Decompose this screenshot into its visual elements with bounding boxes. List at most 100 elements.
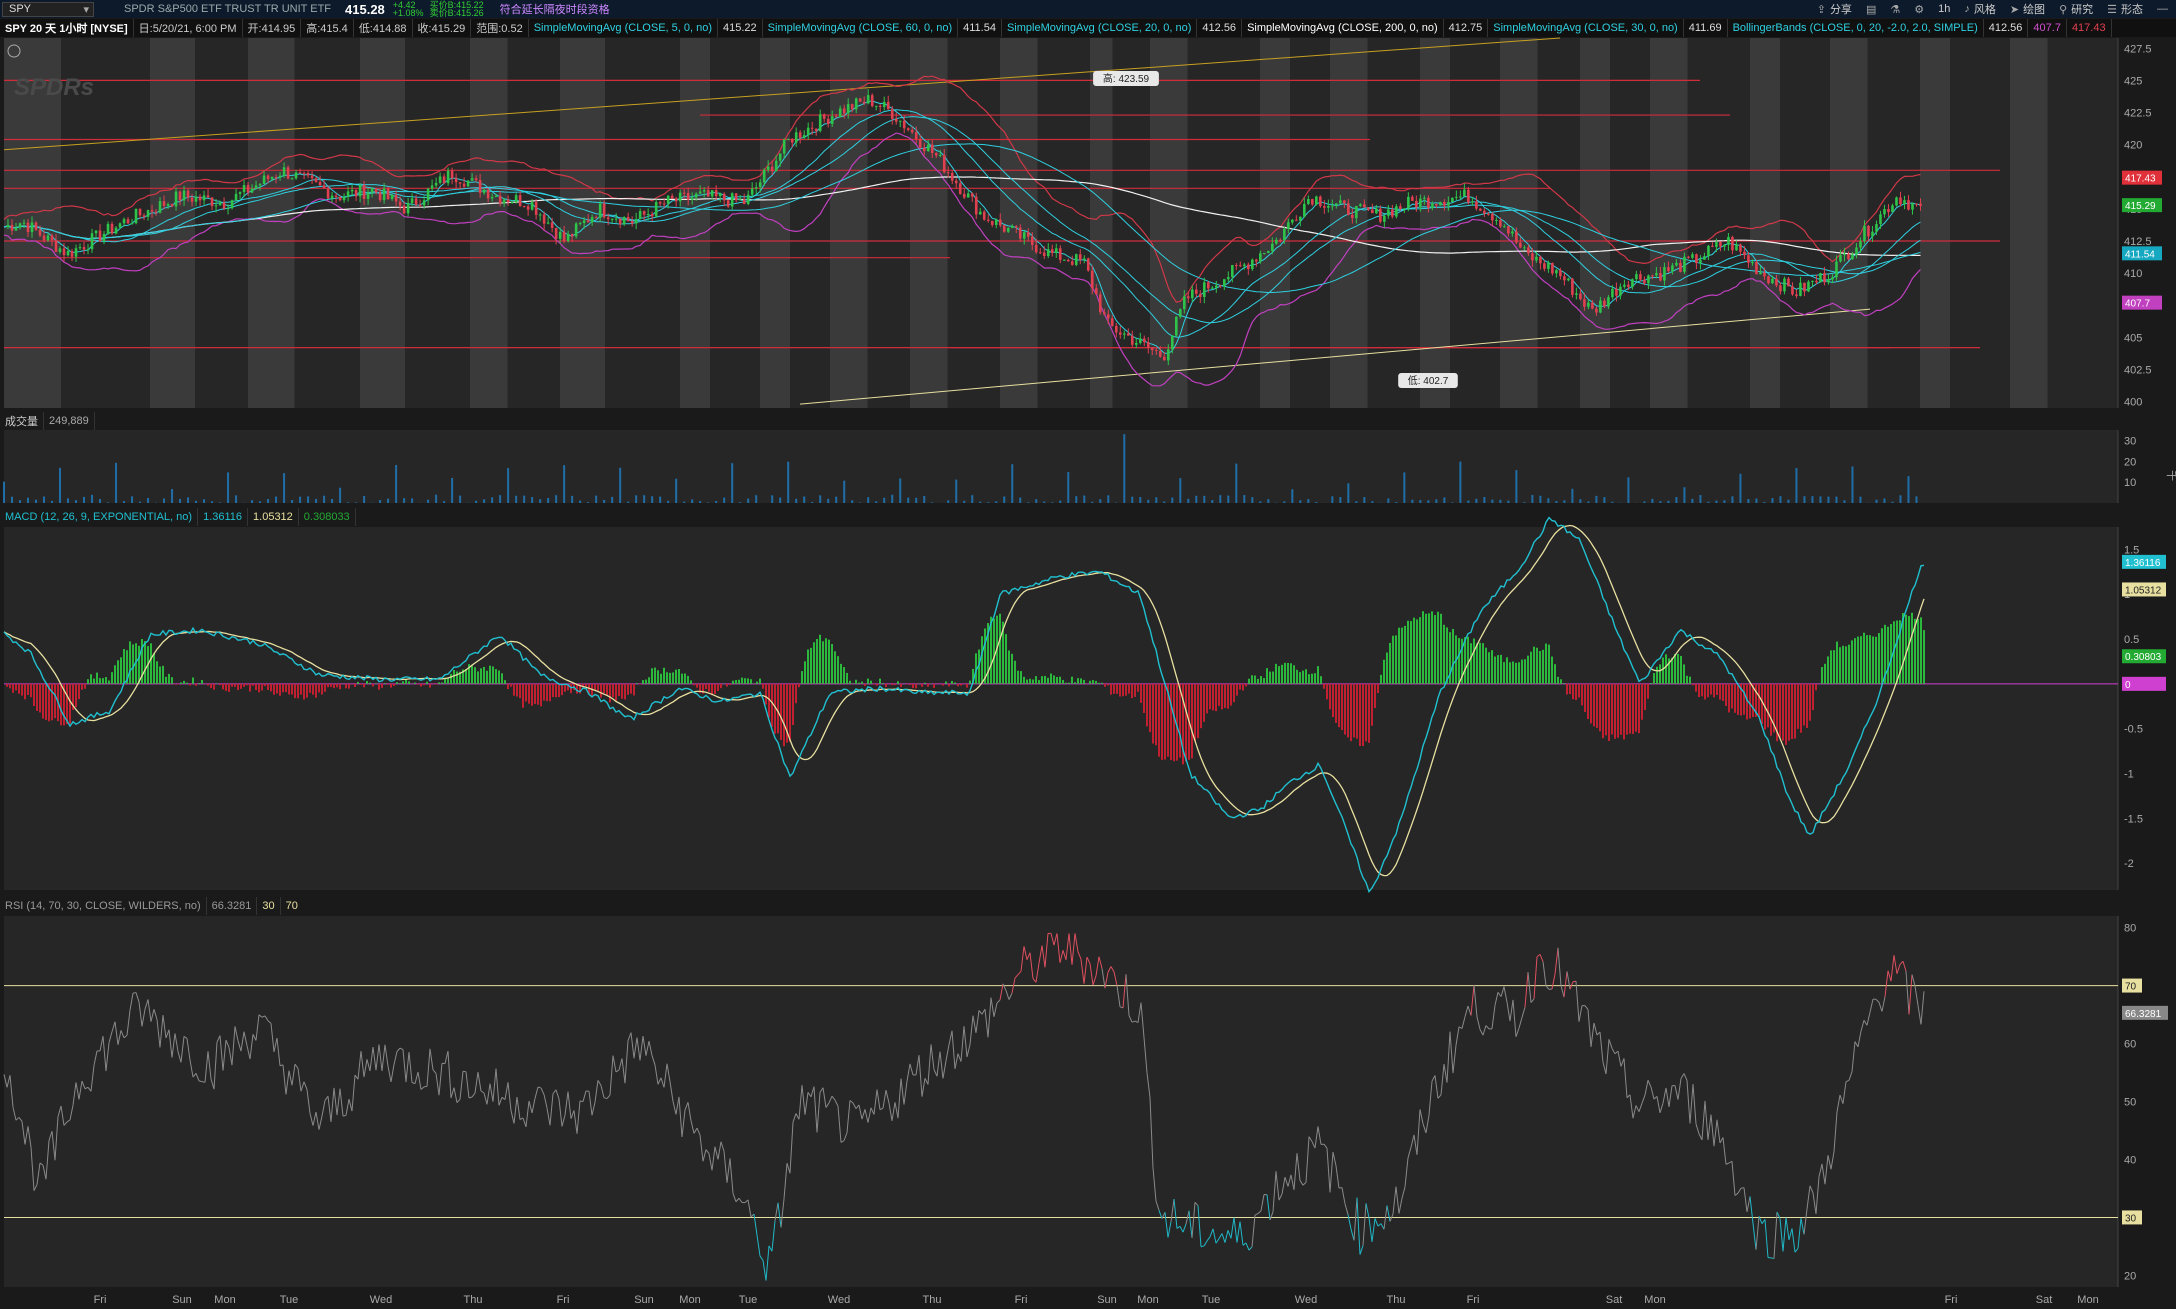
candle-body bbox=[1707, 245, 1710, 257]
candle-body bbox=[254, 185, 258, 189]
candle-body bbox=[974, 196, 978, 215]
candle-body bbox=[1215, 285, 1218, 288]
candle-body bbox=[418, 204, 422, 206]
candle-body bbox=[430, 185, 434, 189]
volume-bar bbox=[235, 495, 238, 503]
volume-bar bbox=[1187, 498, 1190, 503]
candle-body bbox=[1367, 207, 1370, 210]
candle-body bbox=[326, 188, 330, 199]
volume-bar bbox=[1075, 496, 1078, 503]
macd-tick: -1 bbox=[2124, 768, 2134, 780]
candle-body bbox=[1275, 239, 1278, 244]
candle-body bbox=[1066, 259, 1070, 262]
candle-body bbox=[618, 218, 622, 225]
volume-bar bbox=[1139, 496, 1142, 503]
candle-body bbox=[1903, 200, 1906, 205]
volume-bar bbox=[1251, 497, 1254, 503]
volume-bar bbox=[667, 500, 670, 503]
volume-bar bbox=[875, 501, 878, 503]
candle-body bbox=[830, 116, 834, 124]
candle-body bbox=[914, 132, 918, 140]
candle-body bbox=[218, 202, 222, 206]
candle-body bbox=[1819, 273, 1822, 283]
volume-bar bbox=[1771, 498, 1774, 503]
rsi-panel[interactable]: 807060504030207066.328130 bbox=[3, 916, 2168, 1287]
volume-panel[interactable]: 30 20 10 千 bbox=[3, 430, 2176, 503]
chart-canvas[interactable]: 高: 423.59 低: 402.7 SPDRs 427.5 425 422.5 420 41… bbox=[0, 0, 2176, 1309]
candle-body bbox=[318, 181, 322, 186]
candle-body bbox=[978, 211, 982, 215]
time-tick: Fri bbox=[557, 1294, 570, 1306]
candle-body bbox=[14, 227, 18, 231]
volume-bar bbox=[931, 502, 934, 503]
volume-bar bbox=[835, 496, 838, 503]
candle-body bbox=[278, 175, 282, 178]
candle-body bbox=[1114, 325, 1118, 333]
volume-bar bbox=[51, 500, 54, 503]
candle-body bbox=[1054, 248, 1058, 253]
volume-bar bbox=[427, 499, 430, 503]
volume-bar bbox=[1675, 497, 1678, 503]
time-tick: Sun bbox=[1097, 1294, 1117, 1306]
candle-body bbox=[654, 202, 658, 217]
candle-body bbox=[1166, 349, 1170, 361]
volume-bar bbox=[163, 498, 166, 503]
volume-bar bbox=[963, 500, 966, 503]
price-panel[interactable]: 高: 423.59 低: 402.7 SPDRs 427.5 425 422.5 420 41… bbox=[3, 37, 2162, 409]
time-tick: Wed bbox=[370, 1294, 392, 1306]
candle-body bbox=[778, 153, 782, 161]
candle-body bbox=[562, 231, 566, 242]
volume-bar bbox=[563, 465, 566, 503]
candle-body bbox=[598, 203, 602, 218]
candle-body bbox=[1671, 265, 1674, 272]
candle-body bbox=[1211, 287, 1214, 289]
volume-bar bbox=[723, 497, 726, 503]
candle-body bbox=[734, 193, 738, 201]
candle-body bbox=[1551, 262, 1554, 274]
candle-body bbox=[1735, 244, 1738, 251]
volume-bar bbox=[1203, 495, 1206, 503]
time-axis[interactable]: Fri Sun Mon Tue Wed Thu Fri Sun Mon Tue Wed Thu Fri S… bbox=[94, 1294, 2099, 1306]
candle-body bbox=[558, 231, 562, 239]
candle-body bbox=[1639, 274, 1642, 280]
volume-bar bbox=[491, 497, 494, 503]
candle-body bbox=[1623, 284, 1626, 287]
candle-body bbox=[506, 199, 510, 203]
candle-body bbox=[898, 120, 902, 122]
macd-tick: -2 bbox=[2124, 858, 2134, 870]
volume-bar bbox=[1211, 500, 1214, 503]
candle-body bbox=[1839, 255, 1842, 262]
volume-bar bbox=[435, 494, 438, 503]
candle-body bbox=[794, 132, 798, 143]
candle-body bbox=[1643, 279, 1646, 284]
candle-body bbox=[738, 199, 742, 201]
candle-body bbox=[1251, 259, 1254, 270]
candle-body bbox=[1855, 247, 1858, 255]
volume-bar bbox=[1683, 487, 1686, 503]
candle-body bbox=[474, 178, 478, 181]
volume-bar bbox=[1067, 472, 1070, 503]
volume-bar bbox=[387, 498, 390, 503]
candle-body bbox=[494, 195, 498, 197]
candle-body bbox=[230, 200, 234, 209]
candle-body bbox=[954, 180, 958, 184]
volume-bar bbox=[771, 495, 774, 503]
macd-panel[interactable]: 1.510.50-0.5-1-1.5-21.361161.053120.3080… bbox=[3, 516, 2166, 894]
candle-body bbox=[1178, 309, 1182, 317]
volume-bar bbox=[1915, 496, 1918, 503]
candle-body bbox=[1383, 215, 1386, 222]
candle-body bbox=[522, 206, 526, 208]
candle-body bbox=[710, 190, 714, 197]
volume-bar bbox=[1883, 498, 1886, 503]
volume-bar bbox=[675, 478, 678, 503]
candle-body bbox=[766, 166, 770, 170]
volume-bar bbox=[1515, 470, 1518, 503]
candle-body bbox=[1447, 202, 1450, 206]
rsi-tag: 66.3281 bbox=[2125, 1009, 2162, 1020]
candle-body bbox=[1203, 282, 1206, 297]
volume-bar bbox=[379, 499, 382, 503]
volume-bar bbox=[739, 502, 742, 503]
candle-body bbox=[422, 200, 426, 206]
volume-bar bbox=[403, 498, 406, 503]
candle-body bbox=[502, 199, 506, 204]
